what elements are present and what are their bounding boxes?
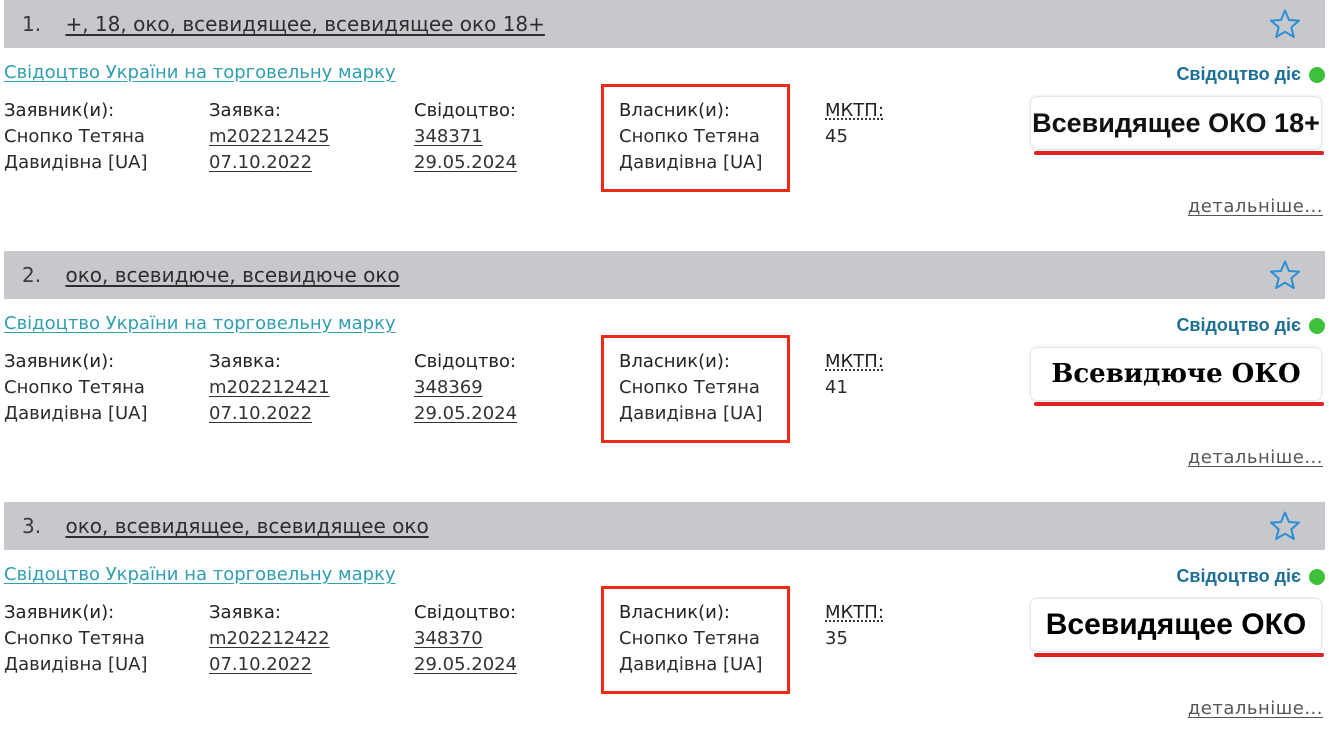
class-value: 45 (825, 126, 848, 147)
trademark-red-underline (1034, 151, 1324, 155)
class-column: МКТП: 45 (825, 98, 884, 150)
class-value: 35 (825, 628, 848, 649)
applicant-label: Заявник(и): (4, 602, 115, 623)
application-label: Заявка: (209, 100, 281, 121)
owner-name-line1: Снопко Тетяна (619, 628, 760, 649)
trademark-record: 1. +, 18, око, всевидящее, всевидящее ок… (0, 0, 1329, 251)
certificate-type-link[interactable]: Свідоцтво України на торговельну марку (4, 313, 396, 334)
record-number: 3. (22, 514, 42, 538)
applicant-column: Заявник(и): Снопко Тетяна Давидівна [UA] (4, 349, 148, 427)
certificate-number-link[interactable]: 348369 (414, 375, 517, 401)
trademark-image[interactable]: Всевидюче ОКО (1031, 348, 1321, 400)
owner-name-line2: Давидівна [UA] (619, 654, 763, 675)
owner-name-line1: Снопко Тетяна (619, 377, 760, 398)
trademark-image-text: Всевидящее ОКО (1045, 608, 1307, 641)
star-outline-icon[interactable] (1269, 8, 1301, 40)
certificate-column: Свідоцтво: 348371 29.05.2024 (414, 98, 517, 176)
record-title-link[interactable]: око, всевидящее, всевидящее око (65, 514, 428, 538)
star-outline-icon[interactable] (1269, 510, 1301, 542)
application-number-link[interactable]: m202212421 (209, 375, 330, 401)
certificate-column: Свідоцтво: 348369 29.05.2024 (414, 349, 517, 427)
application-date-link[interactable]: 07.10.2022 (209, 652, 330, 678)
status-dot-icon (1309, 317, 1325, 334)
certificate-label: Свідоцтво: (414, 100, 517, 121)
trademark-image[interactable]: Всевидящее ОКО (1031, 599, 1321, 651)
application-date-link[interactable]: 07.10.2022 (209, 150, 330, 176)
certificate-date-link[interactable]: 29.05.2024 (414, 401, 517, 427)
owner-label: Власник(и): (619, 100, 730, 121)
details-link[interactable]: детальніше... (1188, 698, 1323, 719)
owner-column: Власник(и): Снопко Тетяна Давидівна [UA] (619, 98, 763, 176)
record-header: 3. око, всевидящее, всевидящее око (4, 502, 1325, 550)
status-text: Свідоцтво діє (1176, 315, 1301, 335)
class-label: МКТП: (825, 100, 884, 121)
owner-name-line1: Снопко Тетяна (619, 126, 760, 147)
application-column: Заявка: m202212422 07.10.2022 (209, 600, 330, 678)
record-title-link[interactable]: око, всевидюче, всевидюче око (65, 263, 399, 287)
trademark-red-underline (1034, 653, 1324, 657)
trademark-image-text: Всевидюче ОКО (1051, 359, 1301, 389)
status-text: Свідоцтво діє (1176, 64, 1301, 84)
applicant-name-line2: Давидівна [UA] (4, 403, 148, 424)
record-number: 1. (22, 12, 42, 36)
applicant-name-line1: Снопко Тетяна (4, 628, 145, 649)
certificate-type-link[interactable]: Свідоцтво України на торговельну марку (4, 62, 396, 83)
status-badge: Свідоцтво діє (1176, 566, 1325, 587)
certificate-label: Свідоцтво: (414, 351, 517, 372)
application-label: Заявка: (209, 351, 281, 372)
certificate-type-link[interactable]: Свідоцтво України на торговельну марку (4, 564, 396, 585)
trademark-record: 3. око, всевидящее, всевидящее око Свідо… (0, 502, 1329, 753)
applicant-name-line2: Давидівна [UA] (4, 152, 148, 173)
certificate-date-link[interactable]: 29.05.2024 (414, 652, 517, 678)
class-label: МКТП: (825, 602, 884, 623)
applicant-column: Заявник(и): Снопко Тетяна Давидівна [UA] (4, 600, 148, 678)
record-header: 2. око, всевидюче, всевидюче око (4, 251, 1325, 299)
status-dot-icon (1309, 568, 1325, 585)
class-column: МКТП: 35 (825, 600, 884, 652)
application-column: Заявка: m202212425 07.10.2022 (209, 98, 330, 176)
certificate-number-link[interactable]: 348371 (414, 124, 517, 150)
certificate-label: Свідоцтво: (414, 602, 517, 623)
status-badge: Свідоцтво діє (1176, 64, 1325, 85)
class-column: МКТП: 41 (825, 349, 884, 401)
applicant-label: Заявник(и): (4, 100, 115, 121)
owner-label: Власник(и): (619, 351, 730, 372)
application-date-link[interactable]: 07.10.2022 (209, 401, 330, 427)
trademark-image-text: Всевидящее ОКО 18+ (1032, 107, 1320, 138)
certificate-date-link[interactable]: 29.05.2024 (414, 150, 517, 176)
trademark-record: 2. око, всевидюче, всевидюче око Свідоцт… (0, 251, 1329, 502)
applicant-name-line1: Снопко Тетяна (4, 377, 145, 398)
application-label: Заявка: (209, 602, 281, 623)
owner-name-line2: Давидівна [UA] (619, 403, 763, 424)
applicant-column: Заявник(и): Снопко Тетяна Давидівна [UA] (4, 98, 148, 176)
record-title-link[interactable]: +, 18, око, всевидящее, всевидящее око 1… (65, 12, 544, 36)
class-value: 41 (825, 377, 848, 398)
details-link[interactable]: детальніше... (1188, 196, 1323, 217)
owner-column: Власник(и): Снопко Тетяна Давидівна [UA] (619, 349, 763, 427)
details-link[interactable]: детальніше... (1188, 447, 1323, 468)
applicant-label: Заявник(и): (4, 351, 115, 372)
status-text: Свідоцтво діє (1176, 566, 1301, 586)
application-column: Заявка: m202212421 07.10.2022 (209, 349, 330, 427)
record-number: 2. (22, 263, 42, 287)
application-number-link[interactable]: m202212422 (209, 626, 330, 652)
application-number-link[interactable]: m202212425 (209, 124, 330, 150)
status-dot-icon (1309, 66, 1325, 83)
certificate-column: Свідоцтво: 348370 29.05.2024 (414, 600, 517, 678)
certificate-number-link[interactable]: 348370 (414, 626, 517, 652)
owner-column: Власник(и): Снопко Тетяна Давидівна [UA] (619, 600, 763, 678)
applicant-name-line1: Снопко Тетяна (4, 126, 145, 147)
star-outline-icon[interactable] (1269, 259, 1301, 291)
trademark-image[interactable]: Всевидящее ОКО 18+ (1031, 97, 1321, 149)
class-label: МКТП: (825, 351, 884, 372)
record-header: 1. +, 18, око, всевидящее, всевидящее ок… (4, 0, 1325, 48)
owner-name-line2: Давидівна [UA] (619, 152, 763, 173)
status-badge: Свідоцтво діє (1176, 315, 1325, 336)
applicant-name-line2: Давидівна [UA] (4, 654, 148, 675)
trademark-red-underline (1034, 402, 1324, 406)
owner-label: Власник(и): (619, 602, 730, 623)
